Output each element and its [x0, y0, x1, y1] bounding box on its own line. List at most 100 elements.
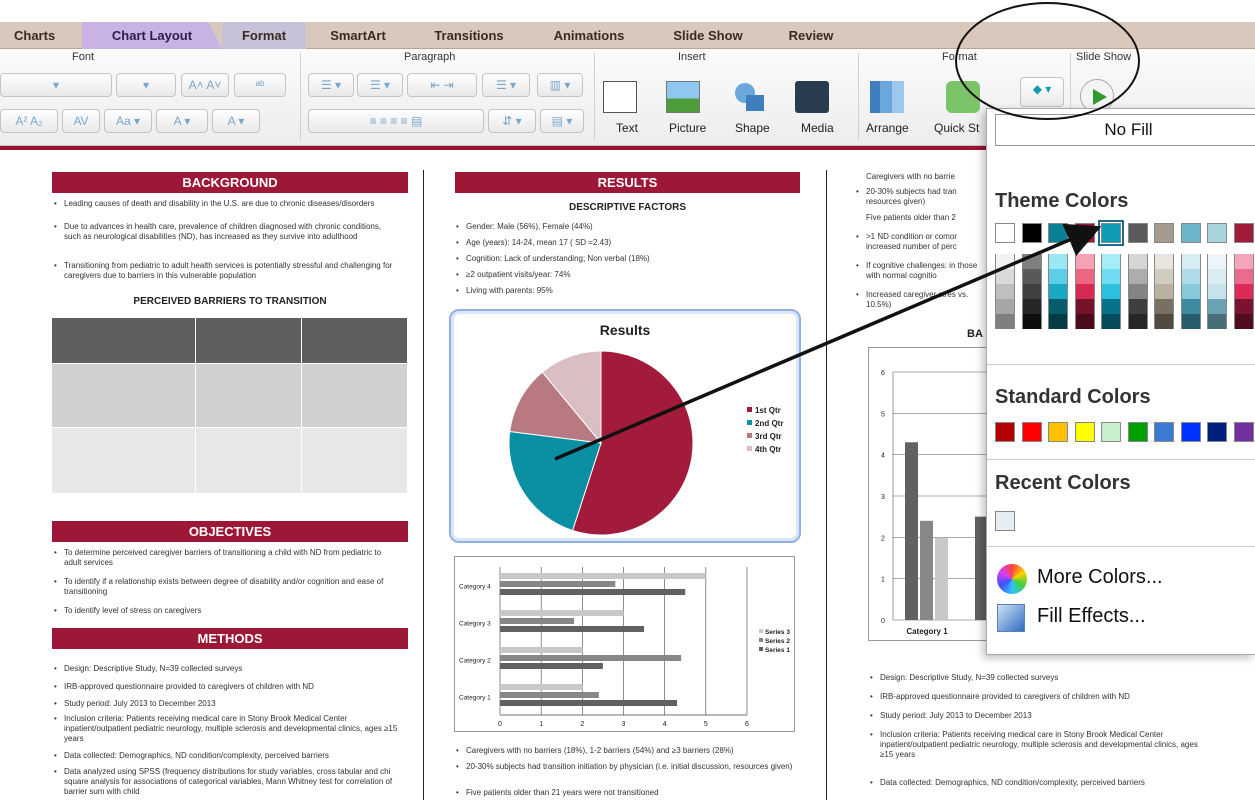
theme-shade-swatch[interactable] — [1101, 314, 1121, 329]
tab-charts[interactable]: Charts — [0, 22, 82, 49]
vertical-bar-chart[interactable]: 0123456Category 1Categ — [869, 348, 997, 640]
tab-chart-layout[interactable]: Chart Layout — [82, 22, 222, 49]
theme-shade-swatch[interactable] — [1180, 314, 1201, 329]
arrange-icon[interactable] — [870, 81, 904, 113]
theme-shade-swatch[interactable] — [1048, 254, 1068, 269]
pie-chart-frame[interactable]: Results 1st Qtr 2nd Qtr 3rd Qtr 4th Qtr — [449, 309, 801, 543]
change-case-icon[interactable]: Aa ▾ — [104, 109, 152, 133]
superscript-subscript-icon[interactable]: A² A₂ — [0, 109, 58, 133]
tab-transitions[interactable]: Transitions — [410, 22, 528, 49]
theme-shade-swatch[interactable] — [1154, 314, 1174, 329]
theme-shade-swatch[interactable] — [1074, 299, 1095, 314]
theme-shade-swatch[interactable] — [1154, 299, 1174, 314]
numbering-icon[interactable]: ☰ ▾ — [357, 73, 403, 97]
theme-shade-column[interactable] — [1021, 254, 1042, 329]
tab-slide-show[interactable]: Slide Show — [650, 22, 766, 49]
theme-shade-swatch[interactable] — [1048, 269, 1068, 284]
theme-shade-swatch[interactable] — [1180, 299, 1201, 314]
insert-media-button[interactable]: Media — [801, 121, 834, 135]
theme-shade-column[interactable] — [1101, 254, 1121, 329]
arrange-button[interactable]: Arrange — [866, 121, 909, 135]
theme-shade-swatch[interactable] — [1048, 284, 1068, 299]
theme-shade-column[interactable] — [1048, 254, 1068, 329]
theme-shade-swatch[interactable] — [995, 269, 1015, 284]
font-grow-shrink-icon[interactable]: A˄ A˅ — [181, 73, 229, 97]
standard-color-swatch[interactable] — [1233, 422, 1254, 442]
theme-shade-swatch[interactable] — [1074, 284, 1095, 299]
theme-shade-swatch[interactable] — [1021, 314, 1042, 329]
theme-shade-column[interactable] — [995, 254, 1015, 329]
theme-shade-swatch[interactable] — [1154, 269, 1174, 284]
theme-shade-swatch[interactable] — [1074, 254, 1095, 269]
theme-shade-swatch[interactable] — [1021, 269, 1042, 284]
standard-color-swatch[interactable] — [1127, 422, 1148, 442]
tab-animations[interactable]: Animations — [528, 22, 650, 49]
line-spacing-icon[interactable]: ☰ ▾ — [482, 73, 530, 97]
theme-shade-swatch[interactable] — [1154, 284, 1174, 299]
theme-shade-swatch[interactable] — [1127, 299, 1148, 314]
picture-icon[interactable] — [666, 81, 700, 113]
font-name-dropdown[interactable]: ▾ — [0, 73, 112, 97]
insert-shape-button[interactable]: Shape — [735, 121, 770, 135]
indent-icon[interactable]: ⇤ ⇥ — [407, 73, 477, 97]
theme-shade-swatch[interactable] — [995, 284, 1015, 299]
theme-shade-swatch[interactable] — [995, 254, 1015, 269]
standard-color-swatch[interactable] — [1154, 422, 1174, 442]
theme-shade-column[interactable] — [1154, 254, 1174, 329]
theme-shade-swatch[interactable] — [1233, 254, 1254, 269]
theme-shade-swatch[interactable] — [1233, 299, 1254, 314]
theme-shade-swatch[interactable] — [1101, 269, 1121, 284]
theme-color-swatch[interactable] — [1098, 220, 1124, 246]
theme-shade-swatch[interactable] — [1021, 299, 1042, 314]
theme-shade-swatch[interactable] — [1154, 254, 1174, 269]
standard-color-swatch[interactable] — [1101, 422, 1121, 442]
tab-smartart[interactable]: SmartArt — [306, 22, 410, 49]
theme-shade-swatch[interactable] — [995, 314, 1015, 329]
standard-color-swatch[interactable] — [1048, 422, 1068, 442]
theme-shade-swatch[interactable] — [1127, 314, 1148, 329]
theme-color-swatch[interactable] — [1233, 223, 1254, 243]
theme-shade-swatch[interactable] — [1207, 314, 1227, 329]
theme-shade-swatch[interactable] — [1074, 314, 1095, 329]
theme-shade-column[interactable] — [1074, 254, 1095, 329]
tab-format[interactable]: Format — [222, 22, 306, 49]
standard-color-swatch[interactable] — [995, 422, 1015, 442]
theme-shade-swatch[interactable] — [1127, 254, 1148, 269]
theme-shade-swatch[interactable] — [1180, 269, 1201, 284]
theme-color-swatch[interactable] — [995, 223, 1015, 243]
theme-shade-swatch[interactable] — [1180, 284, 1201, 299]
quick-styles-button[interactable]: Quick St — [934, 121, 979, 135]
more-colors-item[interactable]: More Colors... — [1037, 566, 1163, 589]
alignment-icons[interactable]: ≡ ≡ ≡ ≡ ▤ — [308, 109, 484, 133]
columns-icon[interactable]: ▥ ▾ — [537, 73, 583, 97]
font-color-icon[interactable]: A ▾ — [156, 109, 208, 133]
theme-color-swatch[interactable] — [1207, 223, 1227, 243]
theme-color-swatch[interactable] — [1074, 223, 1095, 243]
text-effects-icon[interactable]: A ▾ — [212, 109, 260, 133]
theme-shade-swatch[interactable] — [1048, 299, 1068, 314]
theme-shade-column[interactable] — [1233, 254, 1254, 329]
theme-shade-swatch[interactable] — [1207, 269, 1227, 284]
standard-color-swatch[interactable] — [1207, 422, 1227, 442]
theme-shade-swatch[interactable] — [995, 299, 1015, 314]
theme-color-swatch[interactable] — [1127, 223, 1148, 243]
theme-shade-column[interactable] — [1207, 254, 1227, 329]
align-text-icon[interactable]: ▤ ▾ — [540, 109, 584, 133]
theme-shade-swatch[interactable] — [1101, 299, 1121, 314]
theme-shade-swatch[interactable] — [1127, 284, 1148, 299]
char-spacing-icon[interactable]: AV — [62, 109, 100, 133]
theme-shade-swatch[interactable] — [1127, 269, 1148, 284]
theme-color-swatch[interactable] — [1048, 223, 1068, 243]
theme-shade-column[interactable] — [1180, 254, 1201, 329]
theme-shade-swatch[interactable] — [1207, 284, 1227, 299]
theme-shade-swatch[interactable] — [1233, 284, 1254, 299]
bar-chart-frame[interactable]: 0 1 2 3 4 5 6 Category 1 Category 2 Category 3 Cat… — [454, 556, 795, 732]
clear-formatting-icon[interactable]: ᵃᵇ — [234, 73, 286, 97]
text-box-icon[interactable] — [603, 81, 637, 113]
theme-shade-swatch[interactable] — [1074, 269, 1095, 284]
theme-shade-swatch[interactable] — [1021, 284, 1042, 299]
pie-chart[interactable]: Results 1st Qtr 2nd Qtr 3rd Qtr 4th Qtr — [451, 311, 799, 541]
standard-color-swatch[interactable] — [1021, 422, 1042, 442]
theme-color-swatch[interactable] — [1154, 223, 1174, 243]
insert-text-button[interactable]: Text — [616, 121, 638, 135]
